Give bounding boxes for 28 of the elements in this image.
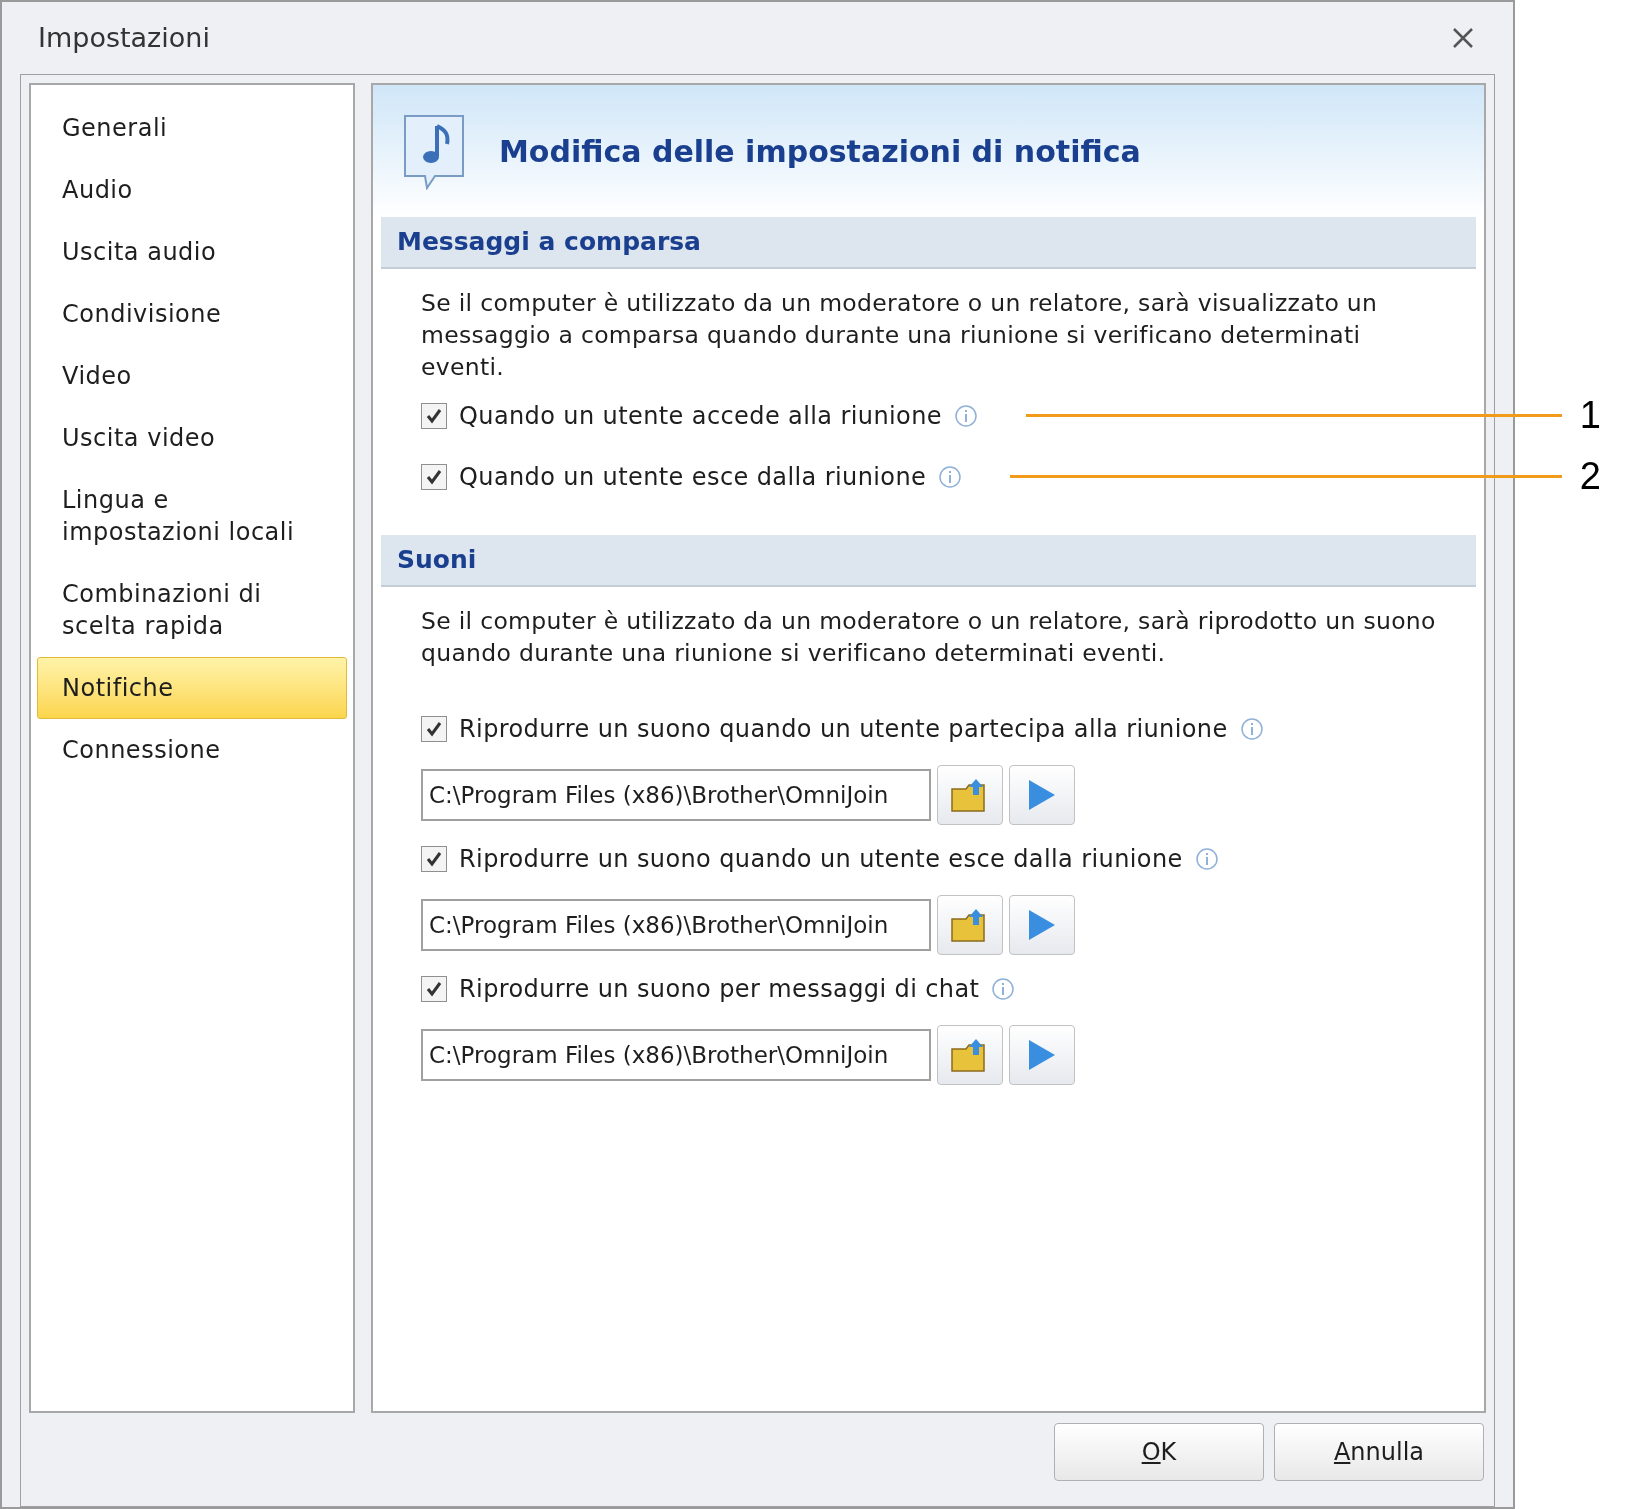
file-path-field[interactable]: C:\Program Files (x86)\Brother\OmniJoin	[421, 899, 931, 951]
sidebar-item[interactable]: Notifiche	[37, 657, 347, 719]
sidebar-item[interactable]: Audio	[37, 159, 347, 221]
section-header: Suoni	[381, 535, 1476, 587]
section-description: Se il computer è utilizzato da un moderatore o un relatore, sarà riprodotto un suono quando durante una riunione si verificano determinati eventi.	[420, 606, 1437, 669]
sidebar-item[interactable]: Connessione	[37, 719, 347, 781]
option-label: Riprodurre un suono quando un utente esce dalla riunione	[459, 844, 1183, 875]
file-path-field[interactable]: C:\Program Files (x86)\Brother\OmniJoin	[421, 769, 931, 821]
option-label: Riprodurre un suono quando un utente partecipa alla riunione	[459, 714, 1228, 745]
section-description: Se il computer è utilizzato da un moderatore o un relatore, sarà visualizzato un messaggio a comparsa quando durante una riunione si verificano determinati eventi.	[420, 288, 1379, 383]
sidebar-item[interactable]: Lingua e impostazioni locali	[37, 469, 347, 563]
window-title: Impostazioni	[38, 20, 210, 55]
callout-number: 1	[1579, 393, 1601, 438]
option-label: Quando un utente accede alla riunione	[459, 400, 942, 432]
sidebar-item[interactable]: Combinazioni di scelta rapida	[37, 563, 347, 657]
sidebar-item[interactable]: Video	[37, 345, 347, 407]
section-header: Messaggi a comparsa	[381, 217, 1476, 269]
sidebar-item[interactable]: Condivisione	[37, 283, 347, 345]
file-path-field[interactable]: C:\Program Files (x86)\Brother\OmniJoin	[421, 1029, 931, 1081]
sidebar-item[interactable]: Generali	[37, 97, 347, 159]
dialog-button[interactable]: Annulla	[1274, 1423, 1484, 1481]
option-label: Riprodurre un suono per messaggi di chat	[459, 974, 980, 1005]
callout-number: 2	[1579, 454, 1601, 499]
header-title: Modifica delle impostazioni di notifica	[499, 132, 1141, 171]
sidebar-item[interactable]: Uscita video	[37, 407, 347, 469]
dialog-button[interactable]: OK	[1054, 1423, 1264, 1481]
option-label: Quando un utente esce dalla riunione	[459, 461, 927, 493]
sidebar-item[interactable]: Uscita audio	[37, 221, 347, 283]
